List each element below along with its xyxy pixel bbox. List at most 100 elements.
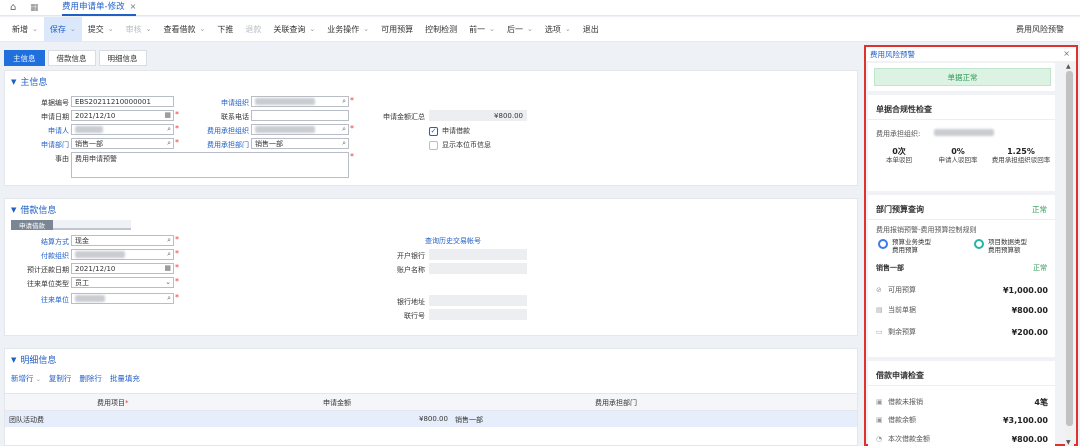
tab-title: 费用申请单-修改 — [62, 2, 125, 12]
chevron-down-icon: ⌄ — [145, 25, 152, 33]
risk-panel-scrollbar[interactable]: ▲ ▼ — [1065, 63, 1074, 446]
budget-row-remaining: ▭ 剩余预算 ¥200.00 — [876, 327, 1048, 337]
chevron-down-icon: ⌄ — [107, 25, 114, 33]
apply-dept-label[interactable]: 申请部门 — [37, 140, 69, 150]
partner-field[interactable]: ⌕ — [71, 293, 174, 304]
toolbar-button[interactable]: 后一 ⌄ — [501, 17, 539, 42]
pay-org-label[interactable]: 付款组织 — [27, 251, 69, 261]
toolbar-button[interactable]: 退款 — [239, 17, 267, 42]
batch-fill-button[interactable]: 批量填充 — [110, 373, 140, 384]
apps-grid-icon[interactable]: ▦ — [30, 3, 42, 13]
toolbar-button[interactable]: 提交 ⌄ — [82, 17, 120, 42]
stat-applicant-reject: 0% 申请人驳回率 — [938, 147, 978, 164]
tab-expense-request[interactable]: 费用申请单-修改 × — [62, 0, 137, 16]
cell-amount[interactable]: ¥800.00 — [419, 415, 448, 423]
doc-no-field[interactable]: EBS20211210000001 — [71, 96, 174, 107]
cost-dept-label[interactable]: 费用承担部门 — [195, 140, 249, 150]
main-info-header[interactable]: ▼ 主信息 — [11, 75, 47, 89]
partner-label[interactable]: 往来单位 — [27, 295, 69, 305]
toolbar-button[interactable]: 审核 ⌄ — [120, 17, 158, 42]
toolbar-button[interactable]: 前一 ⌄ — [463, 17, 501, 42]
toolbar-button[interactable]: 下推 — [211, 17, 239, 42]
apply-org-label[interactable]: 申请组织 — [195, 98, 249, 108]
cost-org-label[interactable]: 费用承担组织 — [195, 126, 249, 136]
detail-actions: 新增行 ⌄ 复制行 删除行 批量填充 — [11, 373, 140, 384]
dept-status: 正常 — [1033, 264, 1047, 272]
detail-info-header[interactable]: ▼ 明细信息 — [11, 353, 57, 367]
cost-dept-field[interactable]: 销售一部 ⌕ — [251, 138, 349, 149]
close-tab-icon[interactable]: × — [130, 2, 137, 11]
settle-field[interactable]: 现金 ⌕ — [71, 235, 174, 246]
loan-row-unreimbursed: ▣ 借款未报销 4笔 — [876, 397, 1048, 407]
detail-table-header: 费用项目* 申请金额 费用承担部门 — [5, 393, 857, 411]
collapse-triangle-icon: ▼ — [11, 355, 17, 364]
toolbar-button[interactable]: 查看借款 ⌄ — [158, 17, 212, 42]
toolbar-button[interactable]: 选项 ⌄ — [539, 17, 577, 42]
applicant-label[interactable]: 申请人 — [37, 126, 69, 136]
required-mark: * — [175, 293, 179, 302]
section-title: 明细信息 — [20, 356, 57, 366]
column-header[interactable]: 申请金额 — [323, 398, 351, 408]
column-header[interactable]: 费用承担部门 — [595, 398, 637, 408]
search-icon: ⌕ — [167, 250, 171, 258]
toolbar-button[interactable]: 关联查询 ⌄ — [267, 17, 321, 42]
data-type-icon — [974, 239, 984, 249]
search-icon: ⌕ — [167, 294, 171, 302]
stat-org-reject: 1.25% 费用承担组织驳回率 — [991, 147, 1051, 164]
toolbar-button[interactable]: 控制检测 — [419, 17, 463, 42]
bank-address-field — [429, 295, 527, 306]
add-row-button[interactable]: 新增行 ⌄ — [11, 373, 41, 384]
toolbar-button[interactable]: 新增 ⌄ — [6, 17, 44, 42]
borrow-checkbox[interactable]: ✓ 申请借款 — [429, 126, 470, 136]
required-mark: * — [175, 249, 179, 258]
toolbar-button[interactable]: 业务操作 ⌄ — [321, 17, 375, 42]
bank-address-label: 银行地址 — [397, 298, 425, 306]
tab-loan-info[interactable]: 借款信息 — [47, 50, 96, 66]
table-row[interactable]: 团队活动费 ¥800.00 销售一部 — [5, 411, 857, 427]
calendar-icon: ▦ — [164, 264, 171, 272]
repay-date-field[interactable]: 2021/12/10 ▦ — [71, 263, 174, 274]
scroll-up-icon: ▲ — [1066, 63, 1071, 70]
tab-main-info[interactable]: 主信息 — [4, 50, 45, 66]
toolbar-button[interactable]: 可用预算 — [375, 17, 419, 42]
apply-date-field[interactable]: 2021/12/10 ▦ — [71, 110, 174, 121]
delete-row-button[interactable]: 删除行 — [79, 373, 102, 384]
loan-row-current: ◔ 本次借款金额 ¥800.00 — [876, 434, 1048, 444]
reason-field[interactable]: 费用申请预警 — [71, 152, 349, 178]
copy-row-button[interactable]: 复制行 — [49, 373, 72, 384]
chevron-down-icon: ⌄ — [69, 25, 76, 33]
settle-label[interactable]: 结算方式 — [27, 237, 69, 247]
collapse-triangle-icon: ▼ — [11, 205, 17, 214]
close-icon[interactable]: × — [1063, 49, 1070, 58]
calendar-icon: ▦ — [164, 111, 171, 119]
top-tabbar: ⌂ ▦ 费用申请单-修改 × — [0, 0, 1080, 16]
chevron-down-icon: ⌄ — [199, 25, 206, 33]
column-header[interactable]: 费用项目* — [97, 398, 129, 408]
risk-warning-button[interactable]: 费用风险预警 — [1016, 17, 1064, 42]
required-mark: * — [175, 263, 179, 272]
cell-dept[interactable]: 销售一部 — [455, 415, 483, 425]
toolbar-button[interactable]: 退出 — [577, 17, 605, 42]
main-info-section: ▼ 主信息 单据编号 EBS20211210000001 申请日期 2021/1… — [4, 70, 858, 186]
history-account-link[interactable]: 查询历史交易帐号 — [425, 236, 505, 246]
apply-org-field[interactable]: ⌕ — [251, 96, 349, 107]
cell-item[interactable]: 团队活动费 — [9, 415, 44, 425]
scroll-thumb[interactable] — [1066, 71, 1073, 426]
apply-dept-field[interactable]: 销售一部 ⌕ — [71, 138, 174, 149]
local-currency-checkbox[interactable]: 显示本位币信息 — [429, 140, 491, 150]
loan-info-header[interactable]: ▼ 借款信息 — [11, 203, 56, 217]
cost-org-field[interactable]: ⌕ — [251, 124, 349, 135]
scroll-down-icon: ▼ — [1066, 439, 1071, 446]
home-icon[interactable]: ⌂ — [10, 2, 22, 13]
phone-field[interactable] — [251, 110, 349, 121]
required-mark: * — [350, 124, 354, 133]
pay-org-field[interactable]: ⌕ — [71, 249, 174, 260]
budget-card: 部门预算查询 正常 费用报销预警-费用预算控制规则 预算业务类型 费用预算 项目数… — [868, 195, 1055, 357]
loan-balance-icon: ▣ — [876, 416, 883, 424]
tab-detail-info[interactable]: 明细信息 — [98, 50, 147, 66]
partner-type-select[interactable]: 员工 ⌄ — [71, 277, 174, 288]
toolbar-button[interactable]: 保存 ⌄ — [43, 16, 82, 42]
search-icon: ⌕ — [342, 125, 346, 133]
applicant-field[interactable]: ⌕ — [71, 124, 174, 135]
bank-label: 开户银行 — [397, 252, 425, 260]
